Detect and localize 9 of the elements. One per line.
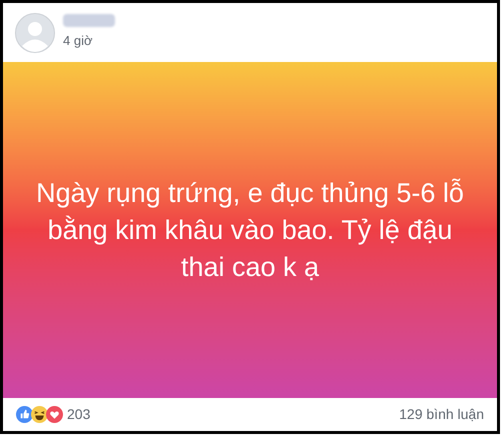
reaction-count[interactable]: 203	[67, 404, 90, 425]
laughing-reaction-icon	[31, 406, 48, 423]
like-reaction-icon	[16, 406, 33, 423]
blurred-name	[63, 14, 115, 28]
heart-reaction-icon	[46, 406, 63, 423]
avatar-icon	[15, 12, 55, 52]
post-time: 4 giờ	[63, 32, 94, 50]
comment-count[interactable]: 129 bình luận	[399, 404, 484, 425]
post-text: Ngày rụng trứng, e đục thủng 5-6 lỗ bằng kim khâu vào bao. Tỷ lệ đậu thai cao k ạ	[35, 176, 465, 284]
